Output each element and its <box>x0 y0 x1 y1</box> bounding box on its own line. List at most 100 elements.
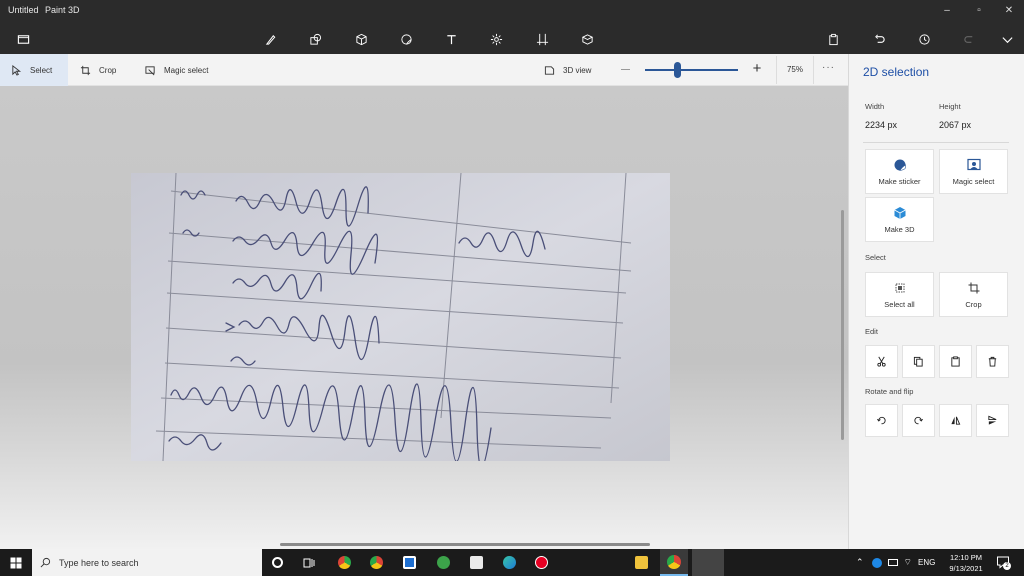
make-3d-label: Make 3D <box>884 224 915 234</box>
edit-section-label: Edit <box>865 327 878 336</box>
paint-icon[interactable] <box>432 552 454 573</box>
more-options-button[interactable]: ··· <box>822 62 835 73</box>
workspace-horizontal-scrollbar[interactable] <box>280 543 650 546</box>
magic-select-button[interactable]: Magic select <box>145 54 208 86</box>
zoom-slider-thumb[interactable] <box>674 62 682 78</box>
chrome-icon[interactable] <box>365 552 387 573</box>
restore-button[interactable]: ▫ <box>964 2 994 20</box>
paste-button[interactable] <box>939 345 972 378</box>
pinterest-icon[interactable] <box>530 552 552 573</box>
windows-logo-icon <box>10 557 22 568</box>
rotate-left-icon <box>877 416 886 425</box>
crop-panel-button[interactable]: Crop <box>939 272 1008 317</box>
crop-tool-button[interactable]: Crop <box>80 54 116 86</box>
undo-icon[interactable] <box>868 29 890 49</box>
brushes-icon[interactable] <box>259 29 281 49</box>
zoom-out-button[interactable] <box>621 69 630 70</box>
chrome-green-icon[interactable] <box>333 552 355 573</box>
rotate-right-button[interactable] <box>902 404 935 437</box>
search-icon <box>40 557 51 568</box>
store-icon[interactable] <box>398 552 420 573</box>
3d-shapes-icon[interactable] <box>350 29 372 49</box>
cut-button[interactable] <box>865 345 898 378</box>
magic-select-label: Magic select <box>164 65 209 75</box>
wifi-icon[interactable]: ⌔ <box>904 557 912 568</box>
zoom-level[interactable]: 75% <box>776 56 814 84</box>
magic-select-panel-label: Magic select <box>952 176 995 186</box>
scissors-icon <box>877 356 886 367</box>
chevron-down-icon[interactable] <box>996 29 1018 49</box>
make-3d-button[interactable]: Make 3D <box>865 197 934 242</box>
flip-horizontal-button[interactable] <box>939 404 972 437</box>
selection-panel: 2D selection Width 2234 px Height 2067 p… <box>848 54 1024 549</box>
select-label: Select <box>30 65 53 75</box>
start-button[interactable] <box>0 549 32 576</box>
chevron-up-icon[interactable]: ⌃ <box>856 557 864 568</box>
3d-view-button[interactable]: 3D view <box>544 54 591 86</box>
stickers-icon[interactable] <box>395 29 417 49</box>
select-all-button[interactable]: Select all <box>865 272 934 317</box>
battery-icon[interactable] <box>887 559 898 566</box>
window-title: Untitled Paint 3D <box>8 5 80 15</box>
3d-library-icon[interactable] <box>576 29 598 49</box>
notification-center-icon[interactable]: 2 <box>996 555 1011 570</box>
zoom-in-button[interactable]: + <box>750 61 764 77</box>
crop-panel-label: Crop <box>965 299 982 309</box>
crop-icon <box>968 282 979 293</box>
clock[interactable]: 12:10 PM 9/13/2021 <box>940 552 992 574</box>
language-indicator[interactable]: ENG <box>918 558 935 567</box>
paint3d-taskbar-button[interactable] <box>660 549 688 576</box>
clock-date: 9/13/2021 <box>949 564 983 573</box>
cortana-icon[interactable] <box>266 552 288 573</box>
notification-count: 2 <box>1003 562 1011 570</box>
width-value[interactable]: 2234 px <box>865 120 897 130</box>
app-name: Paint 3D <box>45 5 80 15</box>
onedrive-icon[interactable] <box>871 557 882 568</box>
delete-button[interactable] <box>976 345 1009 378</box>
close-button[interactable]: ✕ <box>994 2 1024 20</box>
crop-icon <box>80 65 91 75</box>
make-sticker-button[interactable]: Make sticker <box>865 149 934 194</box>
copy-button[interactable] <box>902 345 935 378</box>
taskbar-search[interactable]: Type here to search <box>32 549 262 576</box>
2d-shapes-icon[interactable] <box>304 29 326 49</box>
notebook-photo-image <box>131 173 670 461</box>
zoom-slider-track[interactable] <box>645 69 738 71</box>
text-icon[interactable] <box>440 29 462 49</box>
3d-view-icon <box>544 65 555 75</box>
flip-vertical-button[interactable] <box>976 404 1009 437</box>
workspace-vertical-scrollbar[interactable] <box>841 210 844 440</box>
menu-icon[interactable] <box>12 29 34 49</box>
redo-icon[interactable] <box>958 29 980 49</box>
canvas-photo[interactable] <box>131 173 670 461</box>
magic-select-panel-button[interactable]: Magic select <box>939 149 1008 194</box>
height-value[interactable]: 2067 px <box>939 120 971 130</box>
height-label: Height <box>939 102 961 111</box>
photos-icon[interactable] <box>465 552 487 573</box>
crop-label: Crop <box>99 65 117 75</box>
paste-icon[interactable] <box>822 29 844 49</box>
edge-icon[interactable] <box>498 552 520 573</box>
taskbar-app-button[interactable] <box>692 549 724 576</box>
copy-icon <box>913 356 923 367</box>
taskbar: Type here to search ⌃ ⌔ ENG 12:10 PM 9/1… <box>0 549 1024 576</box>
select-all-label: Select all <box>884 299 915 309</box>
minimize-button[interactable]: – <box>932 2 962 20</box>
width-label: Width <box>865 102 885 111</box>
canvas-icon[interactable] <box>531 29 553 49</box>
task-view-icon[interactable] <box>298 552 320 573</box>
select-section-label: Select <box>865 253 886 262</box>
select-tool-button[interactable]: Select <box>0 54 68 86</box>
file-explorer-icon[interactable] <box>630 552 652 573</box>
history-icon[interactable] <box>913 29 935 49</box>
cube-icon <box>893 206 906 219</box>
select-all-icon <box>895 283 904 292</box>
3d-view-label: 3D view <box>563 65 592 75</box>
trash-icon <box>988 356 997 367</box>
title-bar: Untitled Paint 3D – ▫ ✕ <box>0 0 1024 54</box>
rotate-section-label: Rotate and flip <box>865 387 914 396</box>
panel-title: 2D selection <box>863 65 930 79</box>
panel-divider <box>863 142 1009 143</box>
effects-icon[interactable] <box>485 29 507 49</box>
rotate-left-button[interactable] <box>865 404 898 437</box>
